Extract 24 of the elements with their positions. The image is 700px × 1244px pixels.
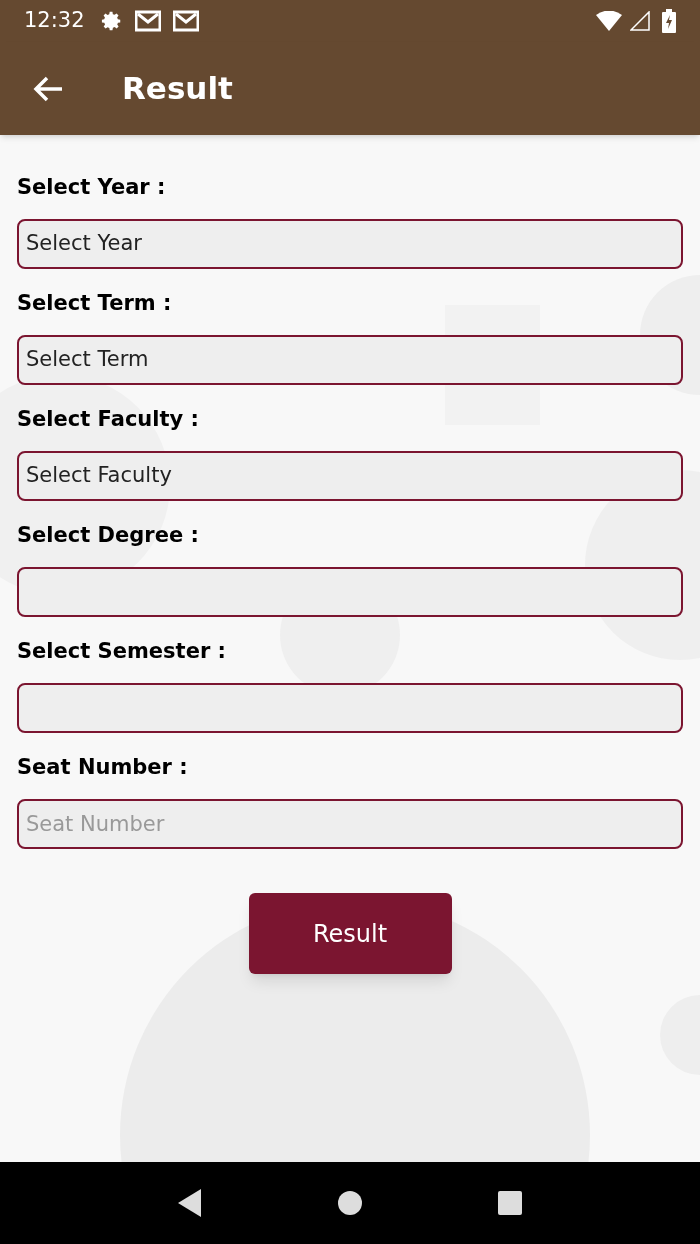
signal-icon xyxy=(630,11,650,31)
field-label: Seat Number : xyxy=(17,754,189,781)
wifi-icon xyxy=(596,11,622,31)
gear-icon xyxy=(100,10,123,32)
home-nav-icon[interactable] xyxy=(337,1190,363,1216)
dropdown-field[interactable] xyxy=(17,683,683,733)
input-field[interactable]: Seat Number xyxy=(17,799,683,849)
battery-icon xyxy=(662,9,676,33)
back-arrow-icon xyxy=(33,75,63,102)
dropdown-field[interactable]: Select Year xyxy=(17,219,683,269)
mail-icon xyxy=(134,10,161,32)
app-bar-title: Result xyxy=(122,69,233,109)
field-label: Select Year : xyxy=(17,174,167,201)
back-nav-icon[interactable] xyxy=(177,1188,203,1218)
dropdown-field[interactable] xyxy=(17,567,683,617)
status-time: 12:32 xyxy=(24,7,85,35)
result-button[interactable]: Result xyxy=(248,893,452,974)
field-label: Select Degree : xyxy=(17,522,200,549)
recents-nav-icon[interactable] xyxy=(497,1190,523,1216)
field-label: Select Semester : xyxy=(17,638,227,665)
field-label: Select Faculty : xyxy=(17,406,200,433)
mail-icon xyxy=(172,10,199,32)
field-label: Select Term : xyxy=(17,290,173,317)
dropdown-field[interactable]: Select Faculty xyxy=(17,451,683,501)
